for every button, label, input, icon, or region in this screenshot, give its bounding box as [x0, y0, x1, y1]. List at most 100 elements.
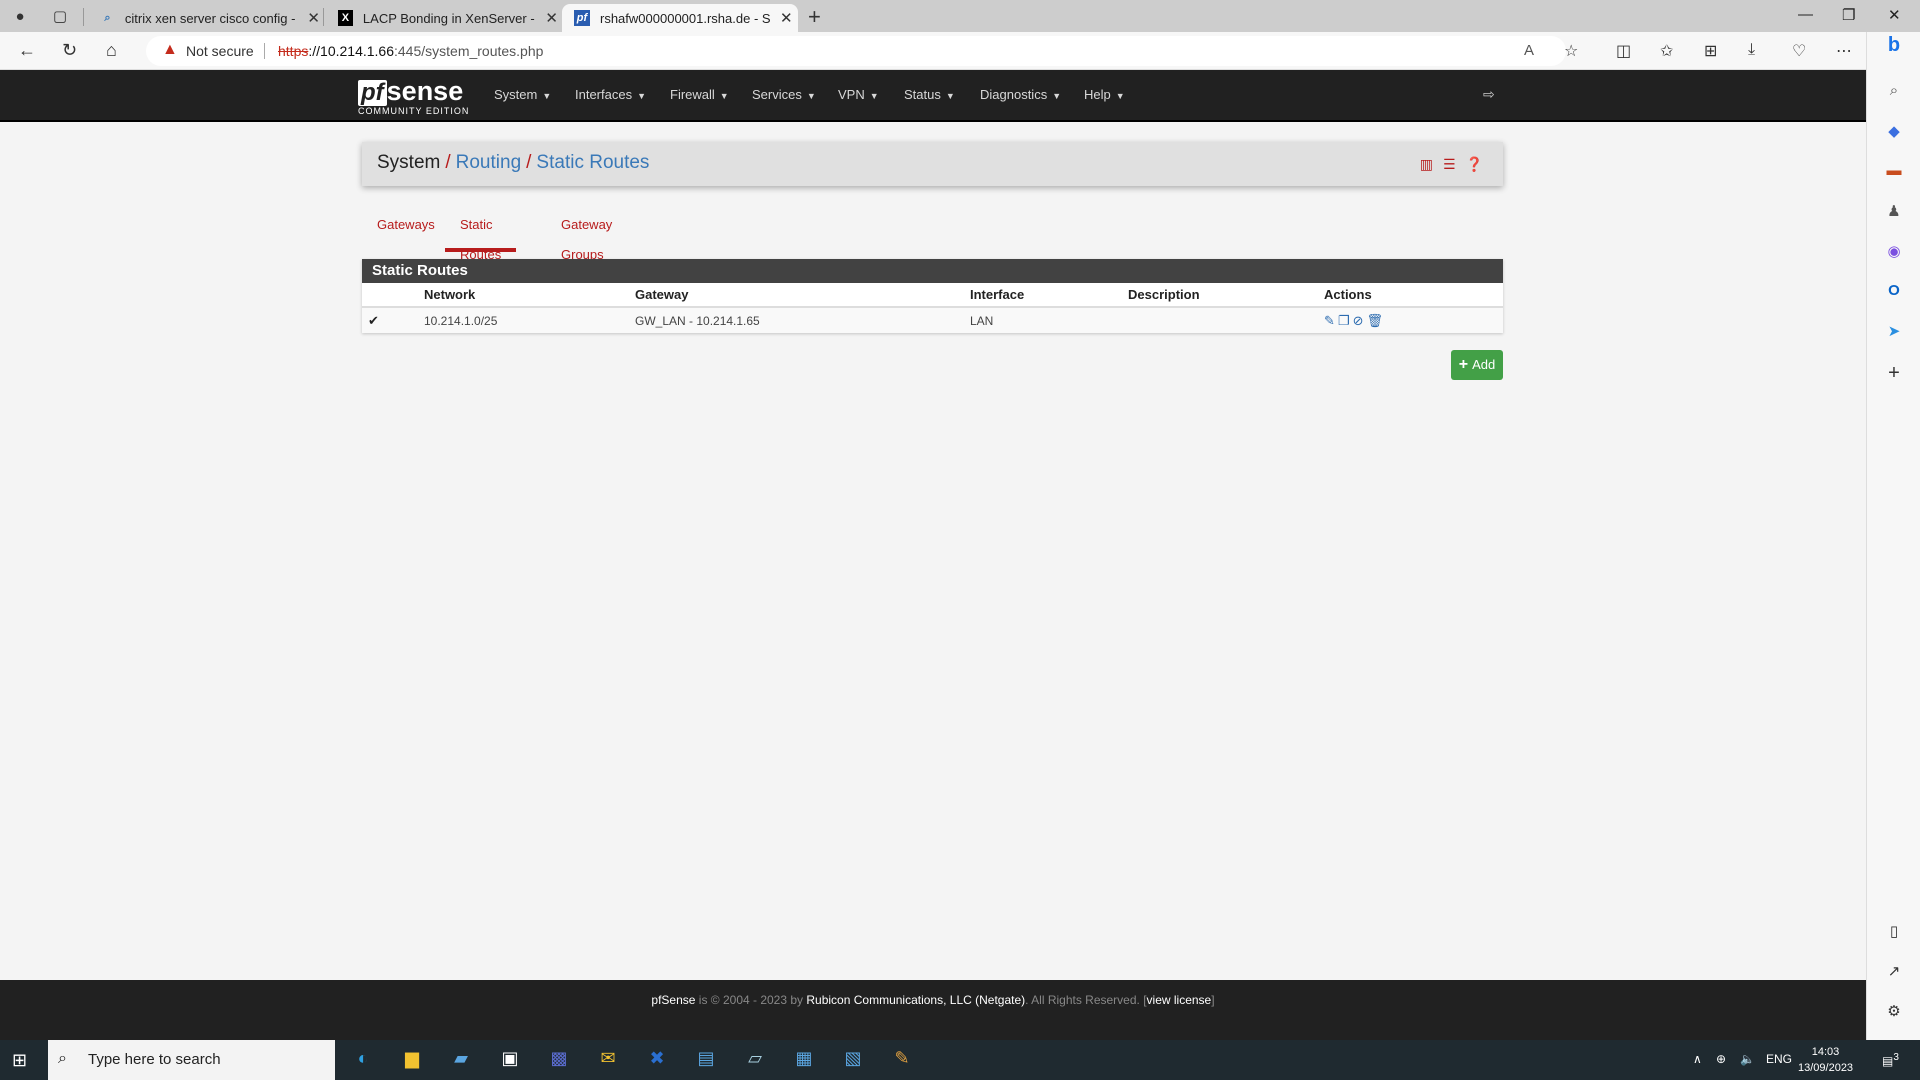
network-tool-icon[interactable]: ▤ — [693, 1048, 719, 1072]
close-tab-icon[interactable]: ✕ — [780, 9, 793, 27]
column-gateway[interactable]: Gateway — [635, 283, 970, 308]
cell-interface: LAN — [970, 307, 1128, 333]
caret-down-icon: ▼ — [542, 91, 552, 101]
menu-status[interactable]: Status ▼ — [904, 87, 955, 102]
url-text[interactable]: https://10.214.1.66:445/system_routes.ph… — [278, 43, 543, 59]
close-window-button[interactable]: ✕ — [1888, 6, 1901, 24]
notifications-icon[interactable]: ▤3 — [1882, 1052, 1899, 1068]
new-tab-button[interactable]: + — [808, 4, 821, 30]
pfsense-app-icon[interactable]: ▩ — [546, 1048, 572, 1072]
downloads-icon[interactable]: ⤓ — [1748, 41, 1755, 59]
split-screen-icon[interactable]: ◫ — [1616, 41, 1631, 61]
close-tab-icon[interactable]: ✕ — [545, 9, 558, 27]
home-button[interactable]: ⌂ — [106, 40, 117, 61]
tab-static-routes[interactable]: Static Routes — [445, 210, 517, 262]
show-hidden-icons[interactable]: ∧ — [1693, 1052, 1702, 1066]
back-button[interactable]: ← — [18, 40, 36, 61]
add-route-button[interactable]: + Add — [1451, 350, 1503, 380]
footer-bracket: ] — [1211, 993, 1215, 1007]
tab-separator — [83, 8, 84, 26]
remote-desktop-icon[interactable]: ▰ — [448, 1048, 474, 1072]
tab-gateways[interactable]: Gateways — [362, 210, 450, 252]
search-icon[interactable]: ⌕ — [1884, 82, 1904, 102]
menu-help[interactable]: Help ▼ — [1084, 87, 1125, 102]
games-icon[interactable]: ♟ — [1884, 202, 1904, 222]
tab-gateway-groups[interactable]: Gateway Groups — [546, 210, 627, 262]
edge-app-icon[interactable]: ◐ — [350, 1048, 376, 1072]
terminal-icon[interactable]: ▣ — [497, 1048, 523, 1072]
copy-icon[interactable]: ❐ — [1338, 313, 1350, 328]
breadcrumb-routing[interactable]: Routing — [456, 152, 522, 173]
volume-icon[interactable]: 🔈 — [1740, 1052, 1755, 1066]
paint-icon[interactable]: ✎ — [889, 1048, 915, 1072]
menu-services[interactable]: Services ▼ — [752, 87, 816, 102]
windows-start-icon[interactable]: ⊞ — [12, 1050, 27, 1071]
xencenter-icon[interactable]: ✖ — [644, 1048, 670, 1072]
microsoft-365-icon[interactable]: ◉ — [1884, 242, 1904, 262]
refresh-button[interactable]: ↻ — [62, 40, 77, 61]
address-bar[interactable]: ▲ Not secure https://10.214.1.66:445/sys… — [146, 36, 1566, 66]
menu-diagnostics[interactable]: Diagnostics ▼ — [980, 87, 1061, 102]
browser-tab[interactable]: X LACP Bonding in XenServer - Co ✕ — [326, 4, 558, 32]
browser-tab[interactable]: ⌕ citrix xen server cisco config - Se ✕ — [88, 4, 320, 32]
menu-interfaces[interactable]: Interfaces ▼ — [575, 87, 646, 102]
menu-vpn[interactable]: VPN ▼ — [838, 87, 879, 102]
settings-gear-icon[interactable]: ⚙ — [1884, 1002, 1904, 1022]
delete-trash-icon[interactable]: 🗑 — [1366, 313, 1383, 328]
minimize-button[interactable]: — — [1798, 6, 1813, 23]
cell-actions: ✎ ❐ ⊘ 🗑 — [1324, 307, 1503, 333]
taskbar-clock[interactable]: 14:03 13/09/2023 — [1798, 1044, 1853, 1076]
help-icon[interactable]: ❓ — [1466, 156, 1483, 173]
column-network[interactable]: Network — [424, 283, 635, 308]
hide-sidebar-icon[interactable]: ▯ — [1884, 922, 1904, 942]
breadcrumb-static-routes[interactable]: Static Routes — [536, 152, 649, 173]
add-sidebar-app-icon[interactable]: + — [1884, 362, 1904, 384]
menu-label: Interfaces — [575, 87, 633, 102]
menu-firewall[interactable]: Firewall ▼ — [670, 87, 729, 102]
external-link-icon[interactable]: ↗ — [1884, 962, 1904, 982]
disable-icon[interactable]: ⊘ — [1353, 313, 1364, 328]
more-menu-icon[interactable]: ⋯ — [1836, 41, 1852, 61]
taskbar-search-box[interactable]: ⌕ Type here to search — [48, 1040, 335, 1080]
shopping-tag-icon[interactable]: ◆ — [1884, 122, 1904, 142]
menu-system[interactable]: System ▼ — [494, 87, 551, 102]
menu-label: Status — [904, 87, 941, 102]
drop-icon[interactable]: ➤ — [1884, 322, 1904, 342]
caret-down-icon: ▼ — [806, 91, 816, 101]
add-button-label: Add — [1472, 357, 1496, 372]
log-list-icon[interactable]: ☰ — [1443, 156, 1456, 173]
edit-pencil-icon[interactable]: ✎ — [1324, 313, 1335, 328]
page-footer: pfSense is © 2004 - 2023 by Rubicon Comm… — [0, 980, 1866, 1040]
view-license-link[interactable]: view license — [1147, 993, 1212, 1007]
tab-actions-icon[interactable]: ▢ — [50, 6, 70, 26]
calculator-icon[interactable]: ▦ — [791, 1048, 817, 1072]
read-aloud-icon[interactable]: A — [1524, 42, 1534, 59]
footer-company-link[interactable]: Rubicon Communications, LLC (Netgate) — [806, 993, 1025, 1007]
column-interface[interactable]: Interface — [970, 283, 1128, 308]
pfsense-logo[interactable]: pf sense COMMUNITY EDITION — [358, 76, 469, 116]
close-tab-icon[interactable]: ✕ — [307, 9, 320, 27]
status-graph-icon[interactable]: ▥ — [1420, 156, 1433, 173]
restore-button[interactable]: ❐ — [1842, 6, 1855, 24]
bing-copilot-icon[interactable]: b — [1884, 34, 1904, 56]
footer-rights: . All Rights Reserved. [ — [1025, 993, 1147, 1007]
collections-icon[interactable]: ⊞ — [1704, 41, 1717, 61]
outlook-icon[interactable]: O — [1884, 282, 1904, 302]
breadcrumb-system: System — [377, 152, 441, 173]
profile-icon[interactable]: ● — [10, 6, 30, 26]
security-label[interactable]: Not secure — [186, 43, 254, 59]
control-panel-icon[interactable]: ▧ — [840, 1048, 866, 1072]
favorites-icon[interactable]: ✩ — [1660, 41, 1673, 61]
file-explorer-icon[interactable]: ▆ — [399, 1048, 425, 1072]
network-icon[interactable]: ⊕ — [1716, 1052, 1726, 1066]
tools-icon[interactable]: ▬ — [1884, 162, 1904, 182]
browser-tab-active[interactable]: pf rshafw000000001.rsha.de - Syste ✕ — [562, 4, 798, 32]
language-indicator[interactable]: ENG — [1766, 1052, 1792, 1066]
mail-app-icon[interactable]: ✉ — [595, 1048, 621, 1072]
menu-label: Help — [1084, 87, 1111, 102]
logout-icon[interactable]: ⇨ — [1483, 86, 1495, 103]
column-description[interactable]: Description — [1128, 283, 1324, 308]
browser-essentials-icon[interactable]: ♡ — [1792, 41, 1806, 61]
notepad-icon[interactable]: ▱ — [742, 1048, 768, 1072]
favorite-star-icon[interactable]: ☆ — [1564, 41, 1578, 61]
